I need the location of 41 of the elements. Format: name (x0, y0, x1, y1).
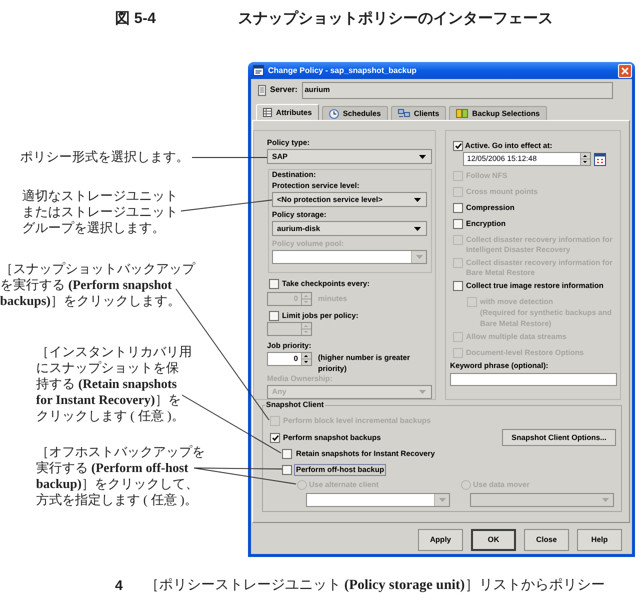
callout-text: ［オフホストバックアップを 実行する (Perform off-host backup)］をクリックして、 方式を指定します ( 任意 )。 (36, 444, 205, 508)
window-title: Change Policy - sap_snapshot_backup (268, 66, 416, 76)
caret-icon (602, 498, 609, 502)
table-icon (263, 108, 272, 117)
checkbox[interactable] (282, 449, 292, 459)
caret-icon (416, 255, 422, 259)
text-field[interactable] (450, 373, 617, 386)
step-number: 4 (115, 576, 123, 595)
caret-icon (419, 154, 426, 158)
step-text: ［ポリシーストレージユニット (Policy storage unit)］リストからポリシー (144, 577, 605, 595)
close-icon (621, 66, 629, 74)
window-icon (253, 65, 264, 76)
checkmark-icon (454, 142, 462, 148)
computers-icon (398, 109, 410, 118)
callout-text: ［インスタントリカバリ用 にスナップショットを保 持する (Retain snapshots for Instant Recovery)］を クリックします ( 任意 )。 (36, 344, 192, 424)
callout-text: ［スナップショットバックアップ を実行する (Perform snapshot backups)］をクリックします。 (0, 261, 195, 309)
callout-text: 適切なストレージユニット またはストレージユニット グループを選択します。 (22, 188, 178, 236)
checkmark-icon (272, 434, 278, 440)
server-icon (258, 84, 266, 96)
book-icon (456, 109, 468, 118)
spinner-arrows-icon (301, 353, 311, 365)
checkbox[interactable] (453, 219, 463, 229)
callout-text: ポリシー形式を選択します。 (20, 149, 189, 165)
close-button[interactable] (618, 64, 632, 78)
field-label: Server: (270, 85, 298, 95)
checkbox[interactable] (453, 203, 463, 213)
calendar-icon[interactable] (594, 152, 606, 166)
caret-icon (414, 226, 421, 230)
caret-icon (438, 498, 446, 502)
spinner-arrows-icon (301, 293, 311, 305)
spinner-arrows-icon (580, 153, 590, 165)
figure-title: スナップショットポリシーのインターフェース (238, 8, 553, 29)
caret-icon (414, 198, 421, 202)
clock-icon (328, 108, 339, 118)
checkbox[interactable] (453, 281, 463, 291)
figure-number: 図 5-4 (115, 8, 156, 29)
checkbox[interactable] (270, 432, 280, 442)
checkbox[interactable] (453, 140, 463, 150)
spinner-arrows-icon (301, 323, 311, 335)
caret-icon (419, 390, 426, 394)
checkbox[interactable] (282, 464, 292, 474)
